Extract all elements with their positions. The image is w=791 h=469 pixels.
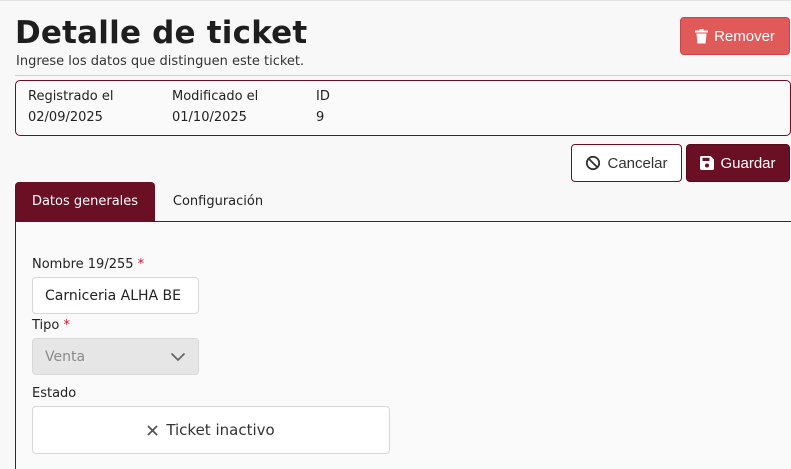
type-label-text: Tipo bbox=[32, 318, 60, 333]
status-toggle[interactable]: Ticket inactivo bbox=[32, 406, 390, 454]
type-required-mark: * bbox=[63, 318, 71, 333]
meta-registered-label: Registrado el bbox=[28, 89, 114, 104]
type-select-value: Venta bbox=[45, 348, 86, 365]
remove-button[interactable]: Remover bbox=[680, 17, 790, 55]
meta-modified: Modificado el 01/10/2025 bbox=[172, 89, 258, 125]
name-required-mark: * bbox=[137, 257, 145, 272]
ticket-meta-box: Registrado el 02/09/2025 Modificado el 0… bbox=[15, 80, 791, 136]
meta-registered: Registrado el 02/09/2025 bbox=[28, 89, 113, 125]
page-subtitle: Ingrese los datos que distinguen este ti… bbox=[16, 54, 305, 69]
type-field-label: Tipo * bbox=[32, 318, 70, 333]
tab-datos-generales[interactable]: Datos generales bbox=[15, 182, 155, 221]
name-label-text: Nombre 19/255 bbox=[32, 257, 134, 272]
cancel-button[interactable]: Cancelar bbox=[571, 144, 682, 182]
floppy-disk-icon bbox=[700, 156, 715, 170]
status-field-label: Estado bbox=[32, 386, 77, 401]
meta-id-value: 9 bbox=[316, 110, 325, 125]
ban-icon bbox=[585, 155, 601, 171]
type-select[interactable]: Venta bbox=[32, 338, 199, 375]
chevron-down-icon bbox=[170, 352, 186, 362]
save-button-label: Guardar bbox=[720, 154, 776, 172]
meta-registered-value: 02/09/2025 bbox=[28, 110, 103, 125]
close-icon bbox=[147, 424, 158, 436]
trash-icon bbox=[695, 28, 709, 44]
meta-id: ID 9 bbox=[316, 89, 330, 125]
meta-id-label: ID bbox=[316, 89, 330, 104]
save-button[interactable]: Guardar bbox=[686, 144, 790, 182]
remove-button-label: Remover bbox=[714, 27, 775, 45]
name-field-label: Nombre 19/255 * bbox=[32, 257, 144, 272]
meta-modified-label: Modificado el bbox=[172, 89, 259, 104]
name-input[interactable] bbox=[32, 277, 199, 314]
status-toggle-label: Ticket inactivo bbox=[166, 421, 275, 439]
tab-configuracion[interactable]: Configuración bbox=[160, 182, 276, 221]
cancel-button-label: Cancelar bbox=[607, 154, 668, 172]
title-divider bbox=[15, 75, 791, 76]
meta-modified-value: 01/10/2025 bbox=[172, 110, 247, 125]
page-title: Detalle de ticket bbox=[15, 15, 308, 51]
